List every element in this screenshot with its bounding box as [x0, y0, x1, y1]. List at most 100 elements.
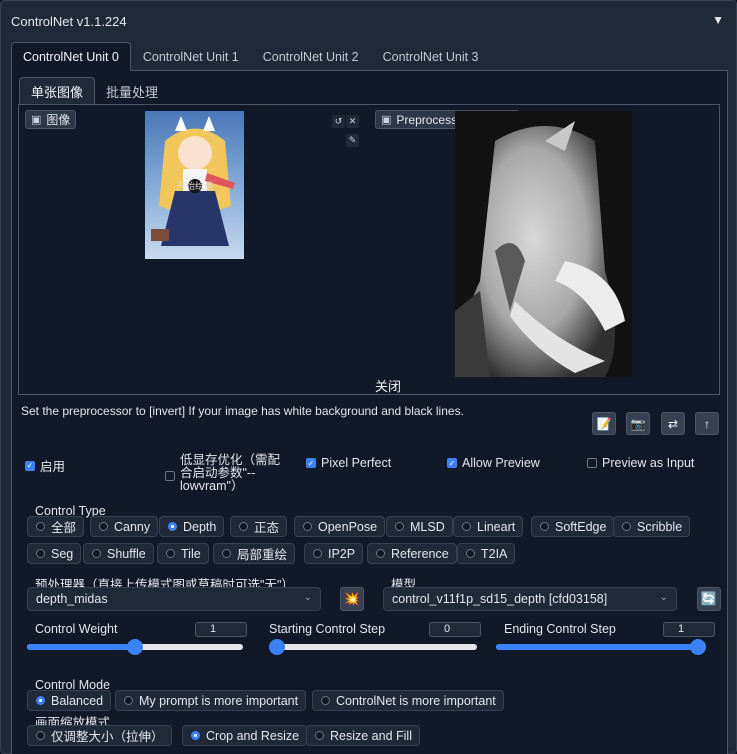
radio-dot [321, 696, 330, 705]
control-type-reference[interactable]: Reference [367, 543, 457, 564]
radio-dot [462, 522, 471, 531]
lowvram-checkbox[interactable]: 低显存优化（需配 合启动参数"-- lowvram"） [165, 454, 280, 493]
depth-map-image [455, 111, 632, 377]
control-type-ip2p-label: IP2P [328, 546, 356, 561]
slider-thumb[interactable] [690, 639, 706, 655]
ending-step-label: Ending Control Step [504, 622, 616, 636]
control-type-normal[interactable]: 正态 [230, 516, 288, 537]
radio-dot [303, 522, 312, 531]
control-type-seg[interactable]: Seg [27, 543, 82, 564]
input-image[interactable]: 开始绘画 [145, 111, 244, 259]
hint-text: Set the preprocessor to [invert] If your… [21, 404, 464, 418]
refresh-icon: 🔄 [700, 591, 718, 606]
control-type-inpaint[interactable]: 局部重绘 [213, 543, 296, 564]
tab-unit-2[interactable]: ControlNet Unit 2 [251, 42, 371, 71]
allow-preview-checkbox[interactable]: ✓ Allow Preview [447, 456, 540, 470]
radio-dot-selected [191, 731, 200, 740]
camera-icon[interactable]: 📷 [626, 412, 650, 435]
control-type-inpaint-label: 局部重绘 [237, 548, 288, 562]
resize-mode-resize-fill[interactable]: Resize and Fill [306, 725, 420, 746]
panel-title[interactable]: ControlNet v1.1.224 [11, 14, 127, 29]
control-type-mlsd[interactable]: MLSD [386, 516, 453, 537]
control-weight-slider[interactable] [27, 639, 243, 655]
control-type-normal-label: 正态 [254, 521, 280, 535]
preview-as-input-label: Preview as Input [602, 456, 695, 470]
control-type-lineart[interactable]: Lineart [453, 516, 524, 537]
watermark-text: 开始绘画 [177, 180, 213, 192]
control-type-softedge-label: SoftEdge [555, 519, 607, 534]
starting-step-slider[interactable] [269, 639, 477, 655]
tab-unit-0[interactable]: ControlNet Unit 0 [11, 42, 131, 71]
explosion-icon: 💥 [343, 591, 361, 606]
resize-mode-crop-resize-label: Crop and Resize [206, 728, 300, 743]
tab-batch[interactable]: 批量处理 [95, 77, 169, 105]
control-type-openpose-label: OpenPose [318, 519, 378, 534]
control-type-depth[interactable]: Depth [159, 516, 225, 537]
run-preprocessor-button[interactable]: 💥 [340, 587, 364, 611]
control-mode-prompt[interactable]: My prompt is more important [115, 690, 307, 711]
ending-step-input[interactable]: 1 [663, 622, 715, 637]
brush-icon[interactable]: ✎ [346, 134, 359, 147]
chevron-down-icon: ⌄ [303, 592, 312, 603]
image-icon: ▣ [381, 114, 392, 126]
slider-thumb[interactable] [269, 639, 285, 655]
control-mode-controlnet[interactable]: ControlNet is more important [312, 690, 504, 711]
radio-dot [36, 731, 45, 740]
notepad-icon[interactable]: 📝 [592, 412, 616, 435]
control-type-shuffle[interactable]: Shuffle [83, 543, 154, 564]
control-type-t2ia[interactable]: T2IA [457, 543, 516, 564]
control-type-seg-label: Seg [51, 546, 74, 561]
preprocessor-select[interactable]: depth_midas ⌄ [27, 587, 321, 611]
model-value: control_v11f1p_sd15_depth [cfd03158] [392, 592, 608, 606]
control-type-scribble[interactable]: Scribble [613, 516, 691, 537]
radio-dot [92, 549, 101, 558]
enable-label: 启用 [40, 460, 66, 474]
radio-dot [315, 731, 324, 740]
control-type-t2ia-label: T2IA [481, 546, 508, 561]
control-type-all[interactable]: 全部 [27, 516, 85, 537]
allow-preview-label: Allow Preview [462, 456, 540, 470]
controlnet-panel: ControlNet v1.1.224 ▼ ControlNet Unit 0 … [0, 0, 737, 754]
close-icon[interactable]: ✕ [346, 115, 359, 128]
enable-checkbox[interactable]: ✓ 启用 [25, 456, 65, 475]
upload-icon[interactable]: ↑ [695, 412, 719, 435]
starting-step-input[interactable]: 0 [429, 622, 481, 637]
close-preview-label[interactable]: 关闭 [375, 376, 401, 395]
slider-track [269, 644, 477, 650]
checkbox-box [587, 458, 597, 468]
control-type-openpose[interactable]: OpenPose [294, 516, 386, 537]
control-type-ip2p[interactable]: IP2P [304, 543, 364, 564]
preview-as-input-checkbox[interactable]: Preview as Input [587, 456, 694, 470]
control-weight-input[interactable]: 1 [195, 622, 247, 637]
rotate-icon[interactable]: ↺ [332, 115, 345, 128]
tab-unit-1[interactable]: ControlNet Unit 1 [131, 42, 251, 71]
control-mode-balanced[interactable]: Balanced [27, 690, 112, 711]
resize-mode-just-resize[interactable]: 仅调整大小（拉伸） [27, 725, 172, 746]
preprocessor-value: depth_midas [36, 592, 108, 606]
control-weight-label: Control Weight [35, 622, 118, 636]
slider-fill [27, 644, 135, 650]
radio-dot [99, 522, 108, 531]
anime-girl-image: 开始绘画 [145, 111, 244, 259]
control-type-tile[interactable]: Tile [157, 543, 209, 564]
radio-dot-selected [36, 696, 45, 705]
control-type-all-label: 全部 [51, 521, 77, 535]
tab-unit-3[interactable]: ControlNet Unit 3 [371, 42, 491, 71]
model-select[interactable]: control_v11f1p_sd15_depth [cfd03158] ⌄ [383, 587, 677, 611]
refresh-models-button[interactable]: 🔄 [697, 587, 721, 611]
slider-thumb[interactable] [127, 639, 143, 655]
slider-fill [496, 644, 698, 650]
control-type-scribble-label: Scribble [637, 519, 683, 534]
control-type-canny[interactable]: Canny [90, 516, 159, 537]
tab-single-image[interactable]: 单张图像 [19, 77, 96, 105]
ending-step-slider[interactable] [496, 639, 706, 655]
control-type-softedge[interactable]: SoftEdge [531, 516, 615, 537]
control-type-reference-label: Reference [391, 546, 449, 561]
lowvram-label: 低显存优化（需配 合启动参数"-- lowvram"） [180, 454, 280, 493]
radio-dot [622, 522, 631, 531]
control-mode-balanced-label: Balanced [51, 693, 104, 708]
swap-icon[interactable]: ⇄ [661, 412, 685, 435]
collapse-icon[interactable]: ▼ [712, 13, 724, 27]
pixel-perfect-checkbox[interactable]: ✓ Pixel Perfect [306, 456, 391, 470]
resize-mode-crop-resize[interactable]: Crop and Resize [182, 725, 308, 746]
